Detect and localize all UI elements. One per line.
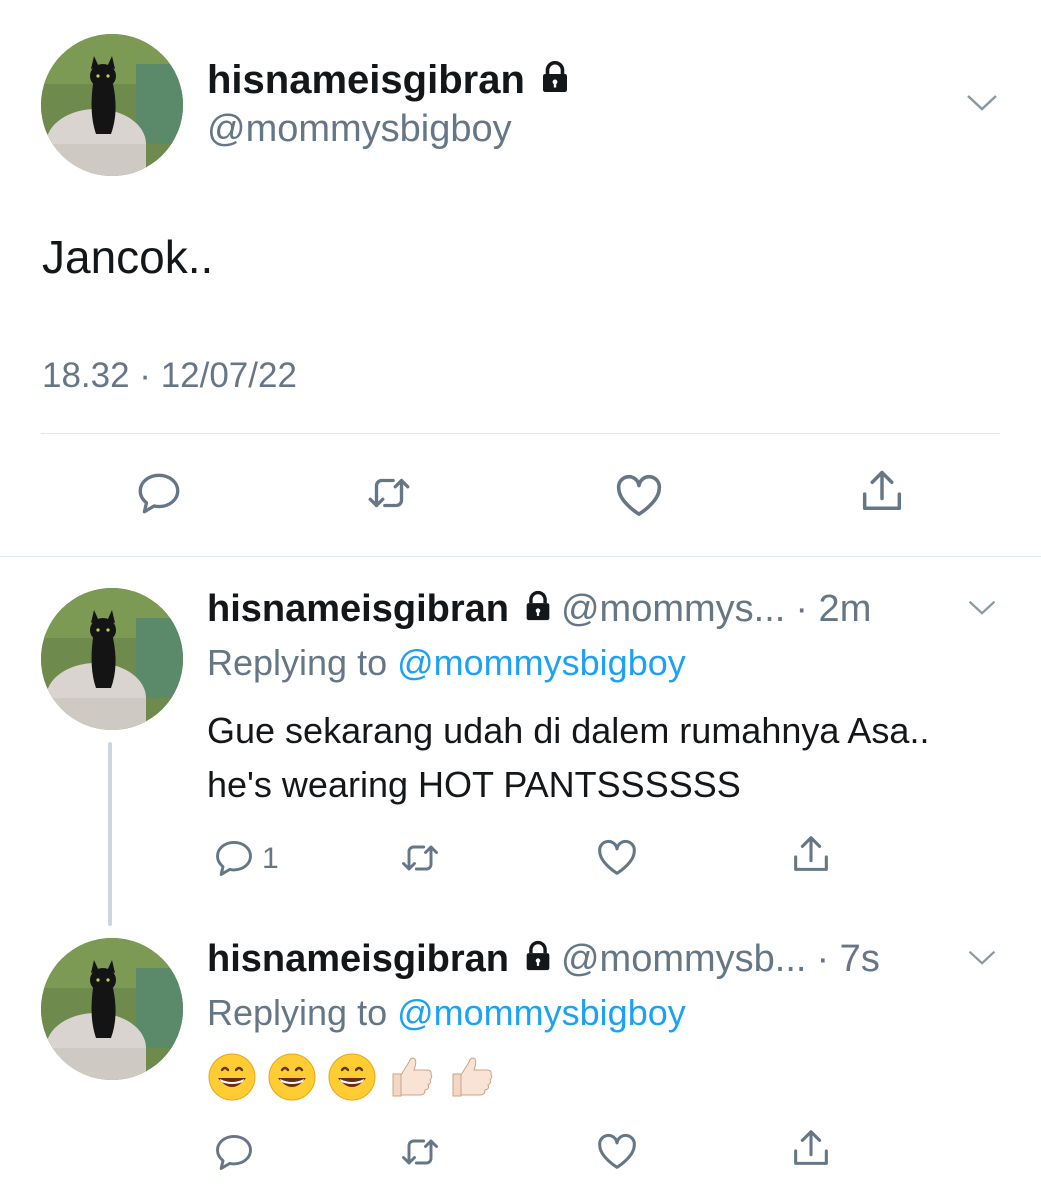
share-icon[interactable] xyxy=(788,1126,834,1172)
lock-icon xyxy=(521,939,555,983)
grinning-face-icon xyxy=(328,1053,376,1101)
reply-icon[interactable] xyxy=(212,836,256,880)
reply-icon[interactable] xyxy=(212,1130,256,1174)
replying-to: Replying to @mommysbigboy xyxy=(207,992,686,1034)
divider xyxy=(41,433,1000,434)
like-icon[interactable] xyxy=(594,834,640,880)
reply-count: 1 xyxy=(262,842,279,875)
display-name[interactable]: hisnameisgibran xyxy=(207,938,509,980)
grinning-face-icon xyxy=(208,1053,256,1101)
thread-line xyxy=(108,742,112,926)
mention-link[interactable]: @mommysbigboy xyxy=(397,992,686,1033)
chevron-down-icon[interactable] xyxy=(966,946,998,973)
reply-icon[interactable] xyxy=(134,468,184,518)
grinning-face-icon xyxy=(268,1053,316,1101)
avatar[interactable] xyxy=(41,588,183,730)
avatar[interactable] xyxy=(41,938,183,1080)
replying-label: Replying to xyxy=(207,992,388,1033)
thumbs-up-icon xyxy=(392,1057,433,1097)
relative-time[interactable]: · 7s xyxy=(816,938,879,980)
retweet-icon[interactable] xyxy=(364,468,414,518)
timestamp[interactable]: 18.32 · 12/07/22 xyxy=(42,356,297,396)
like-icon[interactable] xyxy=(612,468,666,522)
replying-to: Replying to @mommysbigboy xyxy=(207,642,686,684)
chevron-down-icon[interactable] xyxy=(966,596,998,623)
display-name-text[interactable]: hisnameisgibran xyxy=(207,58,525,102)
reply-header: hisnameisgibran @mommys... · 2m xyxy=(207,588,871,633)
share-icon[interactable] xyxy=(788,832,834,878)
handle[interactable]: @mommysbigboy xyxy=(207,108,512,151)
retweet-icon[interactable] xyxy=(398,836,442,880)
display-name[interactable]: hisnameisgibran xyxy=(207,58,573,105)
share-icon[interactable] xyxy=(856,466,908,518)
lock-icon xyxy=(521,589,555,633)
relative-time[interactable]: · 2m xyxy=(795,588,871,630)
chevron-down-icon[interactable] xyxy=(964,90,1000,119)
lock-icon xyxy=(537,59,573,105)
tweet-text: Gue sekarang udah di dalem rumahnya Asa.… xyxy=(207,710,930,805)
reply-header: hisnameisgibran @mommysb... · 7s xyxy=(207,938,880,983)
display-name[interactable]: hisnameisgibran xyxy=(207,588,509,630)
like-icon[interactable] xyxy=(594,1128,640,1174)
emoji-row xyxy=(207,1052,497,1102)
mention-link[interactable]: @mommysbigboy xyxy=(397,642,686,683)
replying-label: Replying to xyxy=(207,642,388,683)
thumbs-up-icon xyxy=(452,1057,493,1097)
divider xyxy=(0,556,1041,557)
handle[interactable]: @mommys... xyxy=(561,588,785,630)
avatar[interactable] xyxy=(41,34,183,176)
tweet-text: Jancok.. xyxy=(42,231,214,283)
retweet-icon[interactable] xyxy=(398,1130,442,1174)
handle[interactable]: @mommysb... xyxy=(561,938,806,980)
